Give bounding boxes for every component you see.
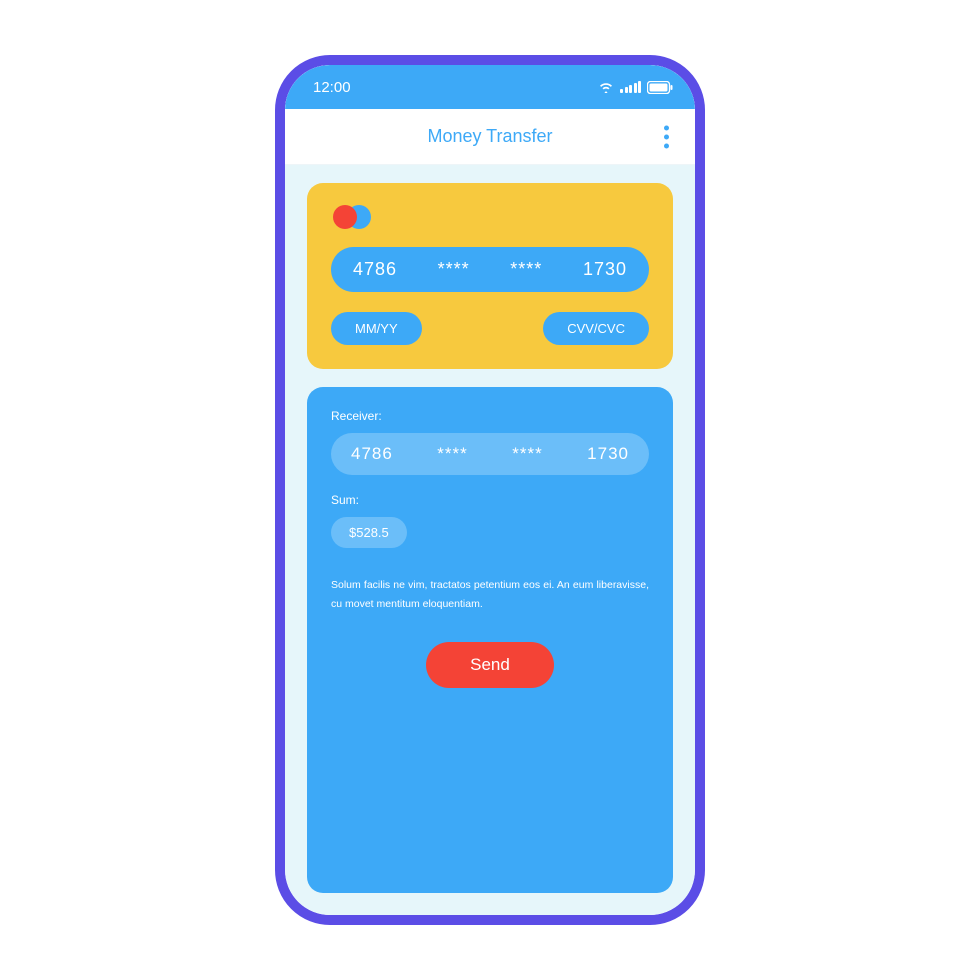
card-number-group-2: **** xyxy=(438,259,470,280)
phone-frame: 12:00 Mo xyxy=(275,55,705,925)
receiver-label: Receiver: xyxy=(331,409,649,423)
expiry-input[interactable]: MM/YY xyxy=(331,312,422,345)
sum-input[interactable]: $528.5 xyxy=(331,517,407,548)
sum-label: Sum: xyxy=(331,493,649,507)
page-title: Money Transfer xyxy=(427,126,552,147)
card-brand-icon xyxy=(333,205,649,229)
receiver-number-group-2: **** xyxy=(437,444,467,464)
content: 4786 **** **** 1730 MM/YY CVV/CVC Receiv… xyxy=(285,165,695,915)
battery-icon xyxy=(647,81,673,94)
wifi-icon xyxy=(598,81,614,93)
cvv-input[interactable]: CVV/CVC xyxy=(543,312,649,345)
more-menu-button[interactable] xyxy=(664,125,669,148)
send-button[interactable]: Send xyxy=(426,642,554,688)
receiver-number-group-1: 4786 xyxy=(351,444,393,464)
more-vertical-icon xyxy=(664,125,669,130)
card-number-group-1: 4786 xyxy=(353,259,397,280)
app-header: Money Transfer xyxy=(285,109,695,165)
card-number-group-4: 1730 xyxy=(583,259,627,280)
receiver-number-group-4: 1730 xyxy=(587,444,629,464)
card-number-group-3: **** xyxy=(510,259,542,280)
source-card: 4786 **** **** 1730 MM/YY CVV/CVC xyxy=(307,183,673,369)
status-time: 12:00 xyxy=(313,79,351,96)
signal-icon xyxy=(620,81,641,93)
card-number-input[interactable]: 4786 **** **** 1730 xyxy=(331,247,649,292)
receiver-card-input[interactable]: 4786 **** **** 1730 xyxy=(331,433,649,475)
receiver-number-group-3: **** xyxy=(512,444,542,464)
transfer-panel: Receiver: 4786 **** **** 1730 Sum: $528.… xyxy=(307,387,673,893)
card-detail-row: MM/YY CVV/CVC xyxy=(331,312,649,345)
info-text: Solum facilis ne vim, tractatos petentiu… xyxy=(331,576,649,614)
screen: 12:00 Mo xyxy=(285,65,695,915)
status-bar: 12:00 xyxy=(285,65,695,109)
status-icons xyxy=(598,81,673,94)
